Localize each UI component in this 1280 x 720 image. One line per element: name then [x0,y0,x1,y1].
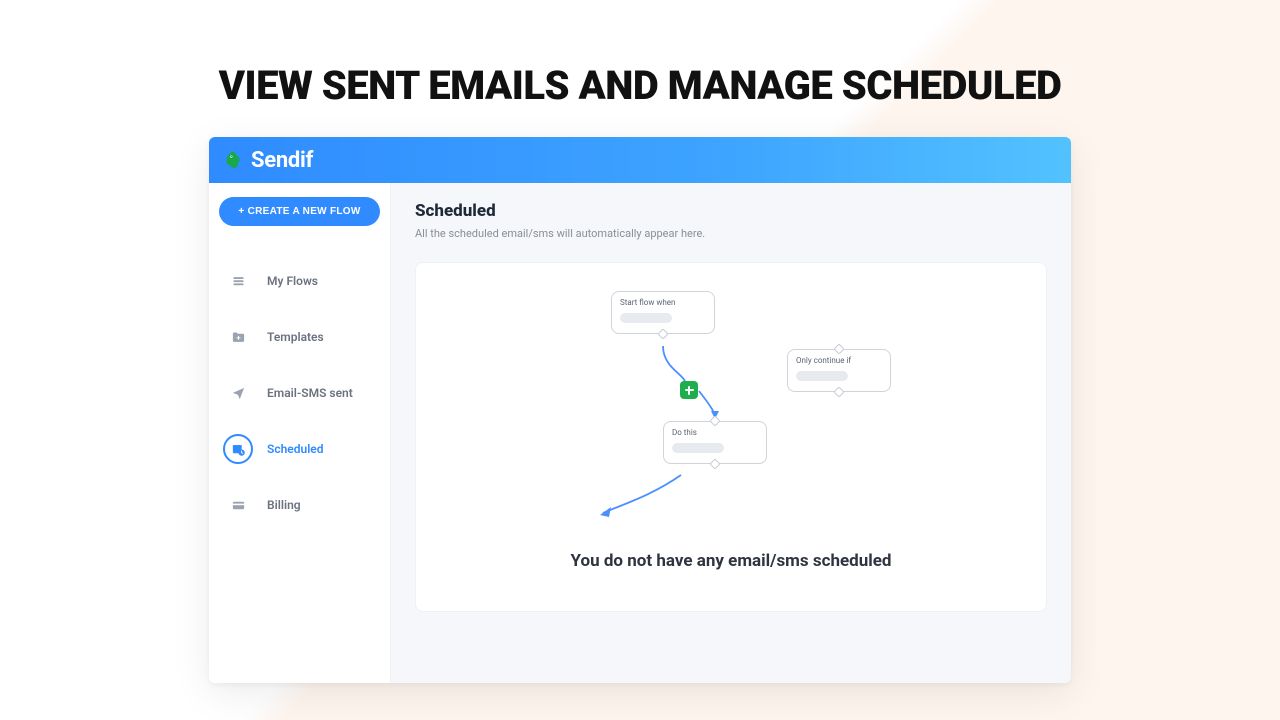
sidebar-item-scheduled[interactable]: Scheduled [219,434,380,464]
app-window: Sendif + CREATE A NEW FLOW My Flows Temp… [209,137,1071,683]
stack-icon [223,266,253,296]
placeholder-bar [796,371,848,381]
calendar-clock-icon [223,434,253,464]
placeholder-bar [620,313,672,323]
sidebar-item-label: Templates [267,330,324,344]
sidebar-nav: My Flows Templates Email-SMS sent [219,266,380,520]
sidebar-item-billing[interactable]: Billing [219,490,380,520]
brand-logo-icon [223,150,243,170]
main-panel: Scheduled All the scheduled email/sms wi… [391,183,1071,683]
placeholder-bar [672,443,724,453]
create-flow-button[interactable]: + CREATE A NEW FLOW [219,197,380,226]
credit-card-icon [223,490,253,520]
empty-state-illustration: Start flow when Only continue if Do this [571,291,891,521]
sidebar: + CREATE A NEW FLOW My Flows Templates [209,183,391,683]
paper-plane-icon [223,378,253,408]
page-subtitle: All the scheduled email/sms will automat… [415,227,1047,240]
flow-node-start: Start flow when [611,291,715,334]
flow-node-label: Do this [672,428,758,437]
marketing-headline: VIEW SENT EMAILS AND MANAGE SCHEDULED [0,0,1280,137]
sidebar-item-my-flows[interactable]: My Flows [219,266,380,296]
flow-node-condition: Only continue if [787,349,891,392]
content-card: Start flow when Only continue if Do this [415,262,1047,612]
sidebar-item-label: My Flows [267,274,318,288]
sidebar-item-templates[interactable]: Templates [219,322,380,352]
flow-node-label: Only continue if [796,356,882,365]
topbar: Sendif [209,137,1071,183]
sidebar-item-email-sms-sent[interactable]: Email-SMS sent [219,378,380,408]
folder-plus-icon [223,322,253,352]
sidebar-item-label: Scheduled [267,442,324,456]
flow-node-action: Do this [663,421,767,464]
empty-state-message: You do not have any email/sms scheduled [571,551,892,571]
sidebar-item-label: Email-SMS sent [267,386,353,400]
brand-name: Sendif [251,148,313,173]
page-title: Scheduled [415,201,1047,221]
sidebar-item-label: Billing [267,498,301,512]
flow-add-step-icon [680,381,698,399]
flow-node-label: Start flow when [620,298,706,307]
